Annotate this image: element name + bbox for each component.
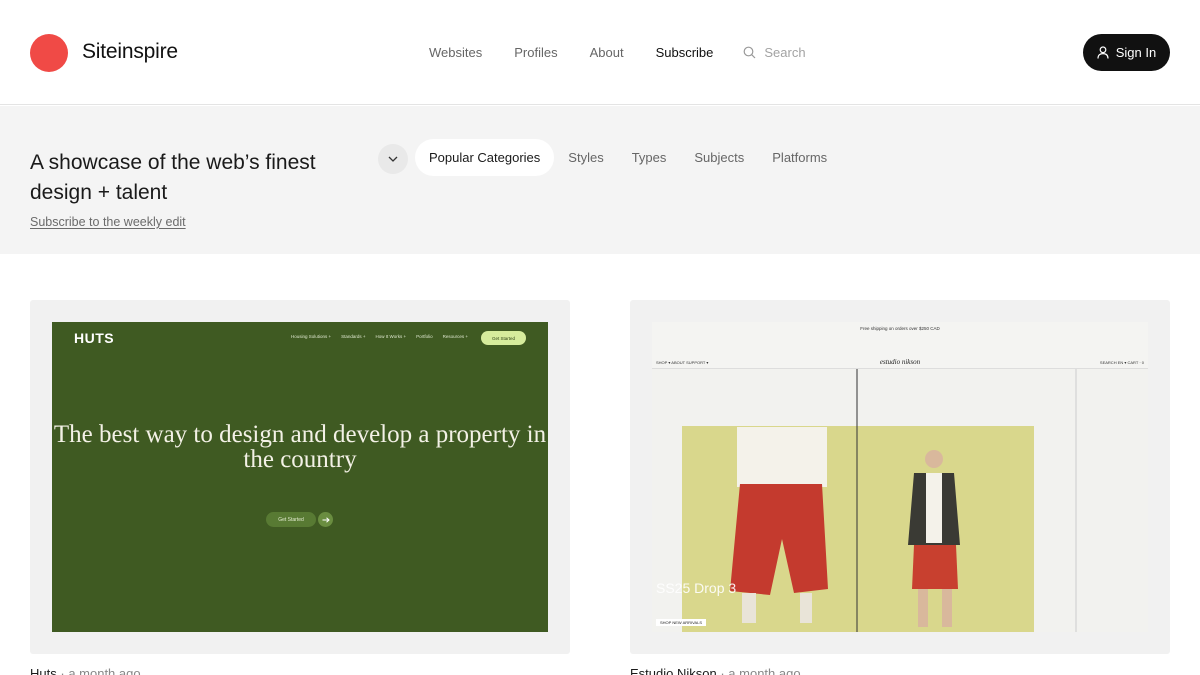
- estudio-drop-title: SS25 Drop 3: [656, 580, 737, 596]
- sign-in-button[interactable]: Sign In: [1083, 34, 1170, 71]
- huts-nav-item: Standards +: [341, 334, 366, 339]
- brand-logo[interactable]: [30, 34, 68, 72]
- huts-cta: Get Started: [481, 331, 526, 345]
- search-input[interactable]: [764, 45, 855, 60]
- site-screenshot[interactable]: Free shipping on orders over $250 CAD SH…: [652, 322, 1148, 632]
- brand-name[interactable]: Siteinspire: [82, 40, 178, 64]
- hero-band: A showcase of the web’s finest design + …: [0, 106, 1200, 254]
- huts-nav: Housing Solutions + Standards + How It W…: [281, 334, 468, 339]
- tab-styles[interactable]: Styles: [554, 139, 617, 176]
- tab-popular-categories[interactable]: Popular Categories: [415, 139, 555, 176]
- nav-profiles[interactable]: Profiles: [514, 45, 557, 60]
- sign-in-label: Sign In: [1115, 45, 1157, 60]
- categories-toggle-button[interactable]: [378, 144, 408, 174]
- category-tabs: Popular Categories Styles Types Subjects…: [415, 139, 841, 176]
- site-screenshot[interactable]: HUTS Housing Solutions + Standards + How…: [52, 322, 548, 632]
- search-box[interactable]: [743, 45, 855, 60]
- estudio-promo-bar: Free shipping on orders over $250 CAD: [860, 326, 940, 331]
- card-age: · a month ago: [60, 666, 141, 675]
- huts-nav-item: How It Works +: [375, 334, 407, 339]
- huts-nav-item: Resources +: [442, 334, 468, 339]
- tab-types[interactable]: Types: [618, 139, 681, 176]
- estudio-nav-right: SEARCH EN ▾ CART · 0: [1099, 360, 1144, 365]
- huts-logo: HUTS: [74, 330, 115, 346]
- huts-nav-item: Housing Solutions +: [290, 334, 332, 339]
- user-icon: [1097, 46, 1109, 59]
- site-header: Siteinspire Websites Profiles About Subs…: [0, 0, 1200, 105]
- card-title[interactable]: Huts: [30, 666, 57, 675]
- site-card-estudio-nikson[interactable]: Free shipping on orders over $250 CAD SH…: [630, 300, 1170, 654]
- tab-subjects[interactable]: Subjects: [680, 139, 758, 176]
- nav-subscribe[interactable]: Subscribe: [656, 45, 714, 60]
- nav-about[interactable]: About: [590, 45, 624, 60]
- nav-websites[interactable]: Websites: [429, 45, 482, 60]
- estudio-logo: estudio nikson: [879, 358, 921, 366]
- huts-headline: The best way to design and develop a pro…: [53, 421, 547, 473]
- card-title[interactable]: Estudio Nikson: [630, 666, 717, 675]
- card-caption-estudio[interactable]: Estudio Nikson · a month ago: [630, 666, 801, 675]
- tab-platforms[interactable]: Platforms: [758, 139, 841, 176]
- chevron-down-icon: [388, 156, 398, 162]
- arrow-right-icon: [318, 512, 333, 527]
- site-tagline: A showcase of the web’s finest design + …: [30, 151, 316, 204]
- card-caption-huts[interactable]: Huts · a month ago: [30, 666, 141, 675]
- huts-nav-item: Portfolio: [416, 334, 433, 339]
- subscribe-weekly-link[interactable]: Subscribe to the weekly edit: [30, 215, 186, 229]
- huts-button: Get Started: [266, 512, 316, 527]
- card-age: · a month ago: [720, 666, 801, 675]
- main-nav: Websites Profiles About Subscribe: [429, 45, 855, 60]
- search-icon: [743, 46, 756, 59]
- site-card-huts[interactable]: HUTS Housing Solutions + Standards + How…: [30, 300, 570, 654]
- estudio-shop-button: SHOP NEW ARRIVALS: [656, 619, 707, 626]
